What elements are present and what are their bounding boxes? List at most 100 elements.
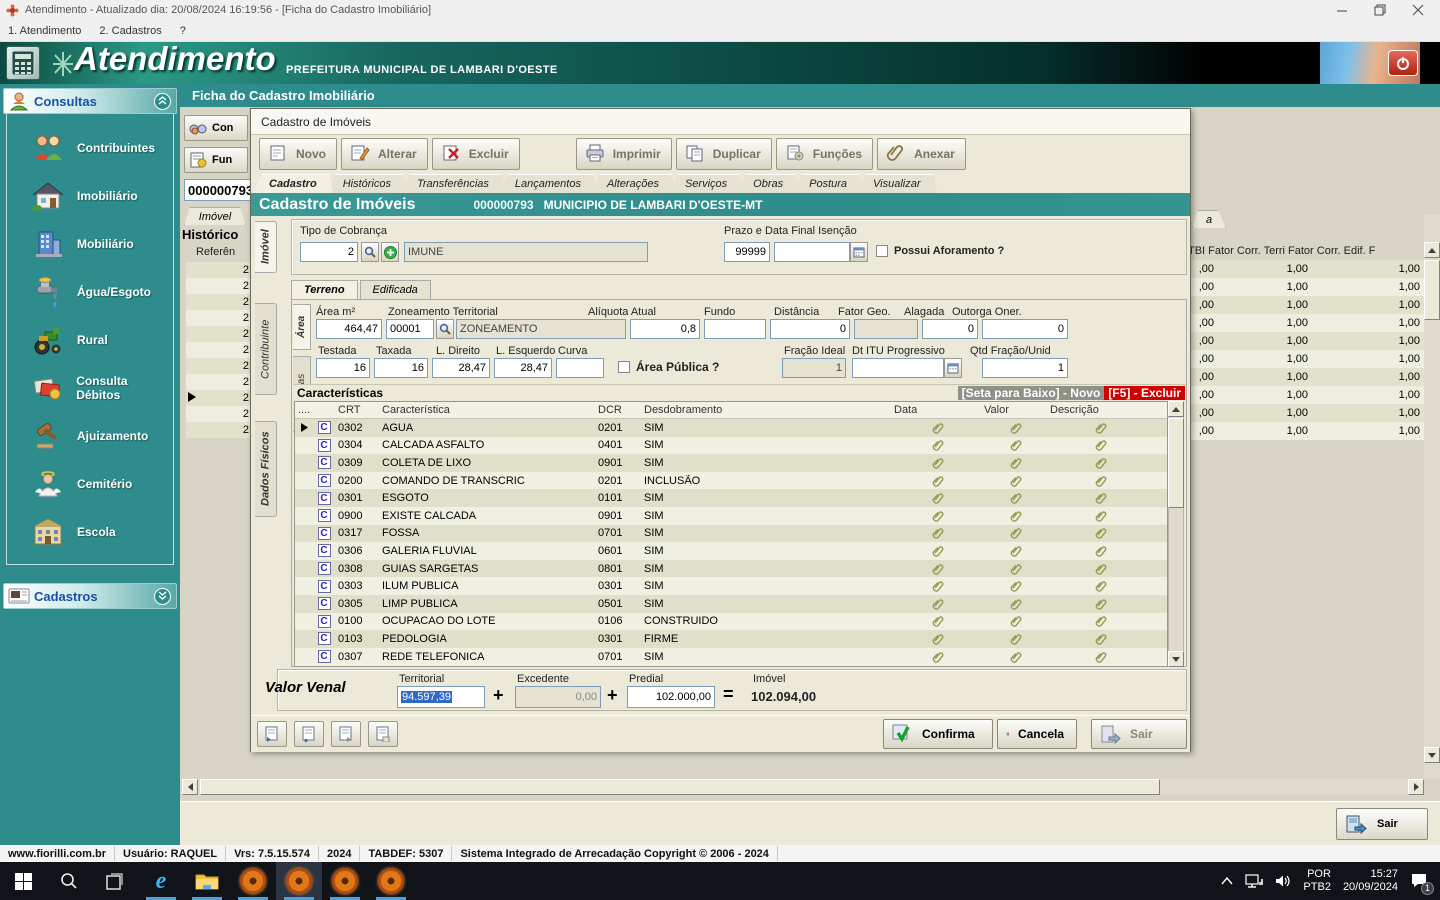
dialog-tab-historicos[interactable]: Históricos — [327, 174, 407, 193]
historico-row[interactable]: 2 — [186, 342, 250, 358]
l-esquerdo-field[interactable]: 28,47 — [494, 358, 552, 378]
factors-row[interactable]: ,00 1,00 1,00 — [1188, 332, 1424, 350]
cancela-button[interactable]: Cancela — [997, 719, 1077, 749]
sidebar-item-escola[interactable]: Escola — [7, 508, 173, 556]
taskbar-search-button[interactable] — [46, 862, 92, 900]
dialog-tab-obras[interactable]: Obras — [737, 174, 799, 193]
sidebar-item-ajuizamento[interactable]: Ajuizamento — [7, 412, 173, 460]
power-button[interactable] — [1388, 50, 1418, 76]
dialog-tab-alteracoes[interactable]: Alterações — [591, 174, 675, 193]
task-view-button[interactable] — [92, 862, 138, 900]
imprimir-button[interactable]: Imprimir — [576, 138, 672, 170]
taxada-field[interactable]: 16 — [374, 358, 428, 378]
fator-geo-field[interactable] — [854, 319, 918, 339]
dialog-tab-cadastro[interactable]: Cadastro — [253, 174, 333, 193]
taskbar-file-explorer[interactable] — [184, 862, 230, 900]
record-nav-button-1[interactable] — [257, 721, 287, 747]
funcoes-button-partial[interactable]: Fun — [184, 147, 248, 173]
sidebar-item-consulta-debitos[interactable]: Consulta Débitos — [7, 364, 173, 412]
clock-indicator[interactable]: 15:27 20/09/2024 — [1343, 868, 1398, 894]
fundo-field[interactable] — [704, 319, 766, 339]
factors-row[interactable]: ,00 1,00 1,00 — [1188, 422, 1424, 440]
zoneamento-search-icon[interactable] — [436, 319, 454, 339]
factors-row[interactable]: ,00 1,00 1,00 — [1188, 368, 1424, 386]
data-final-field[interactable] — [774, 242, 850, 262]
dialog-sair-button[interactable]: Sair — [1091, 719, 1187, 749]
col-header[interactable]: DCR — [595, 404, 641, 416]
alterar-button[interactable]: Alterar — [341, 138, 428, 170]
dialog-tab-transferencias[interactable]: Transferências — [401, 174, 505, 193]
excluir-button[interactable]: Excluir — [432, 138, 520, 170]
fracao-field[interactable]: 1 — [782, 358, 846, 378]
taskbar-fiorilli-app-3[interactable] — [322, 862, 368, 900]
taskbar-fiorilli-app-1[interactable] — [230, 862, 276, 900]
bg-vscroll-thumb[interactable] — [1424, 260, 1440, 320]
menu-item-0[interactable]: 1. Atendimento — [8, 25, 81, 37]
historico-row[interactable]: 2 — [186, 374, 250, 390]
calendar-icon[interactable] — [850, 242, 868, 262]
confirma-button[interactable]: Confirma — [883, 719, 993, 749]
restore-icon[interactable] — [1374, 4, 1386, 16]
factors-row[interactable]: ,00 1,00 1,00 — [1188, 314, 1424, 332]
sidebar-item-cemiterio[interactable]: Cemitério — [7, 460, 173, 508]
bg-scroll-right-button[interactable] — [1408, 779, 1424, 795]
table-scroll-up-button[interactable] — [1168, 401, 1184, 417]
expand-chevron-icon[interactable] — [154, 588, 171, 605]
excedente-field[interactable]: 0,00 — [515, 686, 601, 708]
historico-row[interactable]: 2 — [186, 326, 250, 342]
consulta-button-partial[interactable]: Con — [184, 115, 248, 141]
side-tab-contribuinte[interactable]: Contribuinte — [255, 303, 277, 395]
record-nav-button-2[interactable] — [294, 721, 324, 747]
anexar-button[interactable]: Anexar — [877, 138, 966, 170]
caracteristica-row[interactable]: C 0317 FOSSA 0701 SIM — [295, 525, 1167, 543]
menu-item-1[interactable]: 2. Cadastros — [99, 25, 161, 37]
caracteristica-row[interactable]: C 0301 ESGOTO 0101 SIM — [295, 489, 1167, 507]
bg-scroll-down-button[interactable] — [1424, 747, 1440, 763]
tray-chevron-icon[interactable] — [1221, 877, 1233, 885]
tab-edificada[interactable]: Edificada — [360, 280, 431, 299]
network-icon[interactable] — [1245, 874, 1263, 888]
sidebar-item-mobiliario[interactable]: Mobiliário — [7, 220, 173, 268]
area-field[interactable]: 464,47 — [316, 319, 382, 339]
side-tab-dados-fisicos[interactable]: Dados Físicos — [255, 421, 277, 517]
sidebar-item-imobiliario[interactable]: Imobiliário — [7, 172, 173, 220]
cobranca-name-field[interactable]: IMUNE — [404, 242, 648, 262]
caracteristica-row[interactable]: C 0900 EXISTE CALCADA 0901 SIM — [295, 507, 1167, 525]
caracteristica-row[interactable]: C 0305 LIMP PUBLICA 0501 SIM — [295, 595, 1167, 613]
record-nav-button-4[interactable] — [368, 721, 398, 747]
historico-row[interactable]: 2 — [186, 406, 250, 422]
dt-itu-calendar-icon[interactable] — [944, 358, 962, 378]
col-header[interactable]: ..... — [295, 404, 310, 416]
col-header[interactable]: CRT — [335, 404, 379, 416]
dialog-tab-postura[interactable]: Postura — [793, 174, 863, 193]
col-header[interactable]: Característica — [379, 404, 595, 416]
qtd-fracao-field[interactable]: 1 — [982, 358, 1068, 378]
menu-item-2[interactable]: ? — [180, 25, 186, 37]
tipo-cobranca-code-field[interactable]: 2 — [300, 242, 358, 262]
sidebar-group-cadastros[interactable]: Cadastros — [3, 583, 177, 609]
caracteristica-row[interactable]: C 0303 ILUM PUBLICA 0301 SIM — [295, 577, 1167, 595]
volume-icon[interactable] — [1275, 874, 1291, 888]
historico-row[interactable]: 2 — [186, 358, 250, 374]
caracteristica-row[interactable]: C 0103 PEDOLOGIA 0301 FIRME — [295, 630, 1167, 648]
zoneamento-code-field[interactable]: 00001 — [386, 319, 434, 339]
inner-tab-area[interactable]: Área — [293, 304, 311, 350]
historico-row[interactable]: 2 — [186, 294, 250, 310]
add-plus-icon[interactable] — [381, 242, 399, 262]
factors-row[interactable]: ,00 1,00 1,00 — [1188, 404, 1424, 422]
dialog-tab-servicos[interactable]: Serviços — [669, 174, 743, 193]
bg-tab-partial[interactable]: a — [1192, 210, 1226, 228]
bg-tab-imovel[interactable]: Imóvel — [184, 207, 246, 225]
col-header[interactable]: Valor — [981, 404, 1047, 416]
language-indicator[interactable]: POR PTB2 — [1303, 868, 1331, 894]
aforamento-checkbox[interactable] — [876, 245, 888, 257]
bg-sair-button[interactable]: Sair — [1336, 808, 1428, 840]
notification-center-icon[interactable]: 1 — [1410, 872, 1428, 891]
distancia-field[interactable]: 0 — [770, 319, 850, 339]
property-code-field[interactable]: 000000793 — [184, 179, 252, 201]
col-header[interactable]: Desdobramento — [641, 404, 891, 416]
caracteristica-row[interactable]: C 0307 REDE TELEFONICA 0701 SIM — [295, 648, 1167, 666]
col-header[interactable]: Data — [891, 404, 981, 416]
side-tab-imovel[interactable]: Imóvel — [255, 221, 277, 273]
bg-hscroll-thumb[interactable] — [200, 779, 1160, 795]
